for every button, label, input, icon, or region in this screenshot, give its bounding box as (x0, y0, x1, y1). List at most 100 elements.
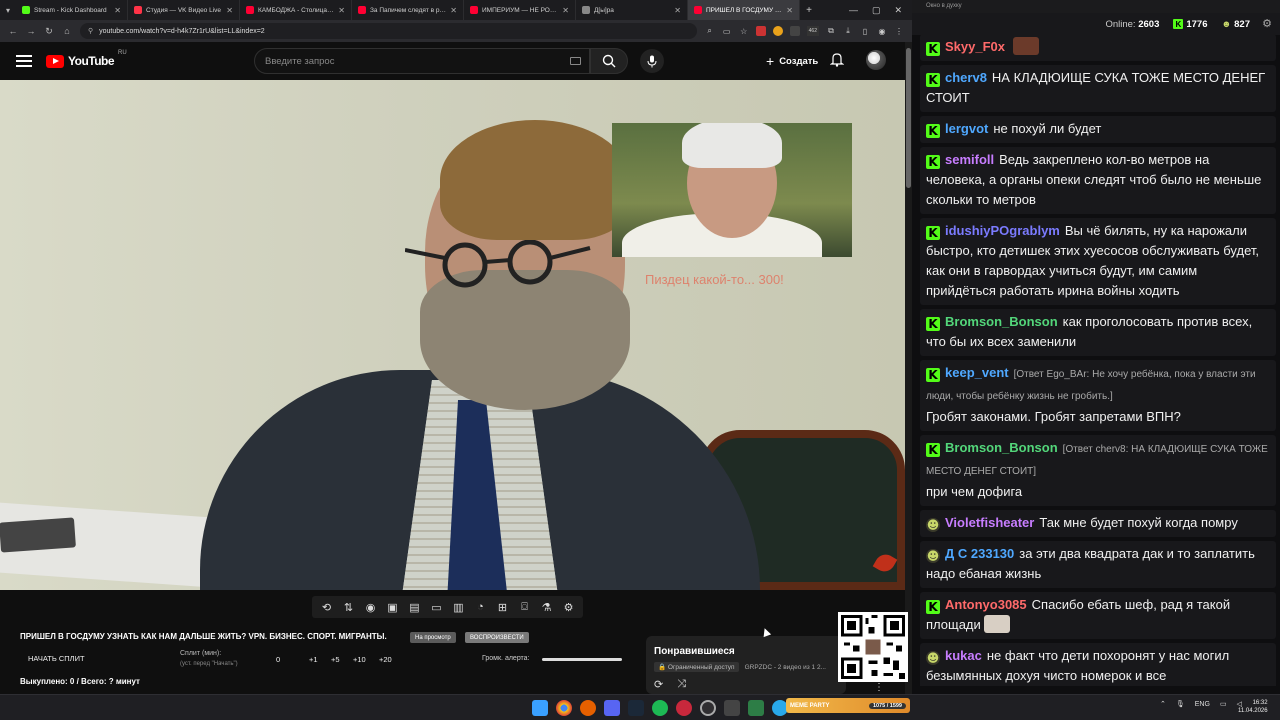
frame-icon[interactable]: ▭ (428, 599, 445, 616)
notifications-button[interactable] (829, 52, 845, 72)
chat-username[interactable]: cherv8 (945, 70, 987, 85)
repeat-icon[interactable]: ⟳ (654, 678, 663, 691)
chat-username[interactable]: Skyy_F0x (945, 39, 1005, 54)
flask-icon[interactable]: ⚗ (538, 599, 555, 616)
chat-username[interactable]: lergvot (945, 121, 988, 136)
app-icon[interactable] (724, 700, 740, 716)
sidebar-icon[interactable]: ▯ (860, 26, 870, 36)
chat-message[interactable]: Ksemifoll Ведь закреплено кол-во метров н… (920, 147, 1276, 214)
camera-icon[interactable]: ⌼ (516, 599, 533, 616)
gear-icon[interactable]: ⚙ (560, 599, 577, 616)
chat-username[interactable]: Violetfisheater (945, 515, 1034, 530)
loop-icon[interactable]: ⟲ (318, 599, 335, 616)
chrome-icon[interactable] (556, 700, 572, 716)
firefox-icon[interactable] (580, 700, 596, 716)
chat-message[interactable]: ☻ Violetfisheater Так мне будет похуй когд… (920, 510, 1276, 537)
youtube-logo[interactable]: YouTube RU (46, 50, 127, 68)
minimize-icon[interactable]: — (849, 5, 858, 16)
tab-close-icon[interactable]: ✕ (562, 6, 569, 15)
browser-tab[interactable]: Д[ы]ра ✕ (576, 0, 688, 20)
site-info-icon[interactable]: ⚲ (88, 27, 93, 35)
forward-icon[interactable]: → (26, 26, 36, 36)
search-input[interactable]: Введите запрос (254, 48, 590, 74)
speed-icon[interactable]: ◔ (472, 599, 489, 616)
cast-icon[interactable]: ▭ (722, 26, 732, 36)
chat-message[interactable]: K Skyy_F0x (920, 34, 1276, 61)
chat-username[interactable]: keep_vent (945, 365, 1009, 380)
extension-icon[interactable] (772, 26, 783, 36)
chat-message[interactable]: KidushiyPOgrablym Вы чё билять, ну ка нар… (920, 218, 1276, 305)
film-icon[interactable]: ▥ (450, 599, 467, 616)
menu-dots-icon[interactable]: ⋮ (894, 26, 904, 36)
network-icon[interactable]: ▭ (1220, 700, 1227, 708)
playlist-card[interactable]: Понравившиеся 🔒 Ограниченный доступ GRPZ… (646, 636, 846, 694)
extension-icon[interactable] (789, 26, 800, 36)
search-button[interactable] (590, 48, 628, 74)
windows-start-icon[interactable] (532, 700, 548, 716)
create-button[interactable]: + Создать (756, 50, 828, 72)
puzzle-icon[interactable]: ⧉ (826, 26, 836, 36)
chat-message[interactable]: K Antonyo3085 Спасибо ебать шеф, рад я так… (920, 592, 1276, 639)
chat-settings-icon[interactable]: ⚙ (1262, 17, 1272, 30)
close-window-icon[interactable]: ✕ (894, 5, 902, 16)
chat-message[interactable]: K Bromson_Bonson [Ответ cherv8: НА КЛАДЮИЩ… (920, 435, 1276, 506)
add-clip-icon[interactable]: ⊞ (494, 599, 511, 616)
chat-message[interactable]: Kcherv8 НА КЛАДЮИЩЕ СУКА ТОЖЕ МЕСТО ДЕНЕГ… (920, 65, 1276, 112)
chat-message[interactable]: ☻ kukac не факт что дети похоронят у нас м… (920, 643, 1276, 686)
new-tab-button[interactable]: + (800, 5, 818, 16)
screen-eye-icon[interactable]: ▣ (384, 599, 401, 616)
chat-message[interactable]: K Bromson_Bonson как проголосовать против … (920, 309, 1276, 356)
reload-icon[interactable]: ↻ (44, 26, 54, 37)
split-plus-20-button[interactable]: +20 (379, 655, 392, 664)
tab-close-icon[interactable]: ✕ (450, 6, 457, 15)
chat-message[interactable]: ☻ Д С 233130 за эти два квадрата дак и то … (920, 541, 1276, 588)
sort-icon[interactable]: ⇅ (340, 599, 357, 616)
bookmark-star-icon[interactable]: ☆ (739, 26, 749, 36)
download-icon[interactable]: ⤓ (843, 26, 853, 36)
back-icon[interactable]: ← (8, 26, 18, 36)
tab-close-icon[interactable]: ✕ (674, 6, 681, 15)
chat-message[interactable]: Kkeep_vent [Ответ Ego_BAr: Не хочу ребёнк… (920, 360, 1276, 431)
chat-username[interactable]: Antonyo3085 (945, 597, 1027, 612)
profile-icon[interactable]: ◉ (877, 26, 887, 36)
chat-username[interactable]: Д С 233130 (945, 546, 1014, 561)
tab-close-icon[interactable]: ✕ (114, 6, 121, 15)
shuffle-icon[interactable]: ⤨ (677, 678, 686, 691)
zoom-icon[interactable]: ⌕ (705, 26, 715, 36)
chat-username[interactable]: idushiyPOgrablym (945, 223, 1060, 238)
chat-username[interactable]: Bromson_Bonson (945, 440, 1058, 455)
account-avatar[interactable] (866, 50, 886, 70)
home-icon[interactable]: ⌂ (62, 26, 72, 36)
microphone-tray-icon[interactable]: 🎙 (1176, 700, 1185, 708)
discord-icon[interactable] (604, 700, 620, 716)
browser-tab[interactable]: За Папичем следят в реально... ✕ (352, 0, 464, 20)
tab-search-icon[interactable]: ▾ (0, 0, 16, 20)
broadcast-icon[interactable]: ◉ (362, 599, 379, 616)
chat-username[interactable]: Bromson_Bonson (945, 314, 1058, 329)
taskbar-clock[interactable]: 16:32 11.04.2026 (1238, 699, 1268, 715)
play-chip-button[interactable]: ВОСПРОИЗВЕСТИ (465, 632, 529, 643)
voice-search-button[interactable] (640, 49, 664, 73)
steam-icon[interactable] (628, 700, 644, 716)
obs-icon[interactable] (700, 700, 716, 716)
more-options-icon[interactable]: ⋮ (874, 682, 884, 693)
split-plus-1-button[interactable]: +1 (309, 655, 318, 664)
chat-message[interactable]: Klergvot не похуй ли будет (920, 116, 1276, 143)
browser-tab[interactable]: ПРИШЕЛ В ГОСДУМУ У... ✕ (688, 0, 800, 20)
chat-username[interactable]: semifoll (945, 152, 994, 167)
split-value[interactable]: 0 (276, 655, 280, 664)
meme-party-widget[interactable]: MEME PARTY 1075 / 1599 (786, 698, 910, 713)
page-scrollbar[interactable] (905, 42, 912, 694)
extension-icon[interactable] (755, 26, 766, 36)
chevron-up-icon[interactable]: ⌃ (1160, 700, 1166, 708)
chat-username[interactable]: kukac (945, 648, 982, 663)
clapperboard-icon[interactable]: ▤ (406, 599, 423, 616)
browser-tab[interactable]: Stream - Kick Dashboard ✕ (16, 0, 128, 20)
browser-tab[interactable]: ИМПЕРИУМ — НЕ РОССИЯ...✕ (464, 0, 576, 20)
extension-badge[interactable]: 462 (806, 26, 819, 36)
tab-close-icon[interactable]: ✕ (786, 6, 793, 15)
spotify-icon[interactable] (652, 700, 668, 716)
video-player[interactable]: Пиздец какой-то... 300! (0, 80, 905, 590)
menu-icon[interactable] (16, 55, 32, 67)
split-plus-10-button[interactable]: +10 (353, 655, 366, 664)
